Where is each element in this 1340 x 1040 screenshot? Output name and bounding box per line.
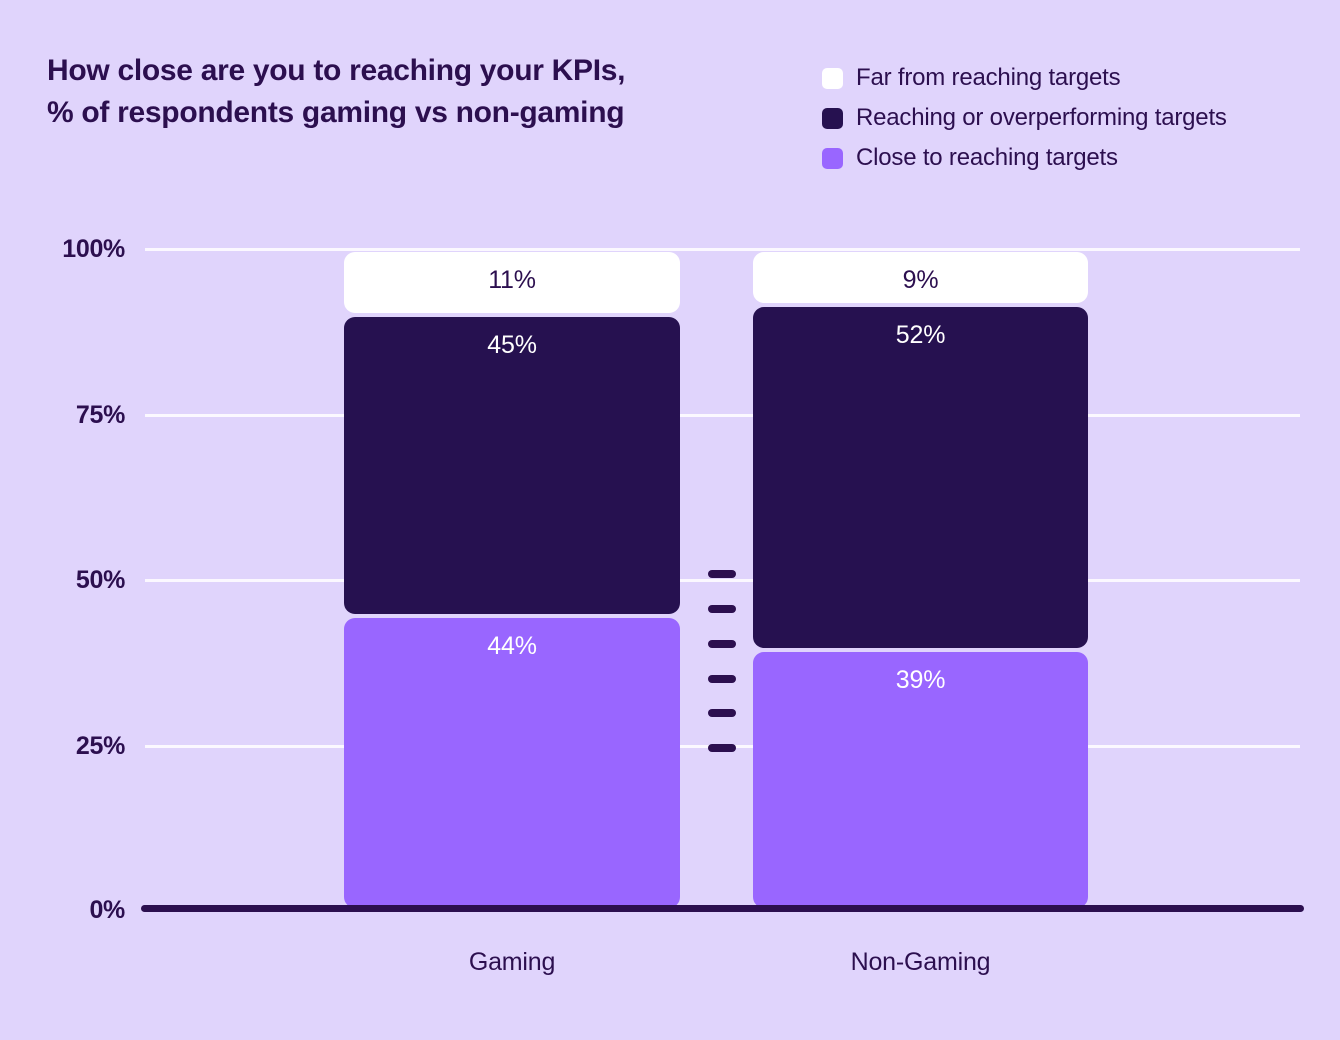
y-tick-label-25: 25% (75, 732, 125, 760)
legend-label-reaching-or-overperforming-targets: Reaching or overperforming targets (856, 104, 1227, 131)
legend-item-reaching-or-overperforming-targets[interactable]: Reaching or overperforming targets (822, 98, 1322, 138)
legend-swatch-icon-close-to-reaching-targets (822, 147, 843, 169)
x-tick-label-gaming: Gaming (468, 948, 556, 976)
bar-segment-gaming-close-to-reaching-targets[interactable]: 44% (344, 618, 680, 908)
bar-segment-gaming-far-from-reaching-targets[interactable]: 11% (344, 252, 680, 313)
bar-value-gaming-reaching-or-overperforming-targets: 45% (487, 331, 537, 359)
divider-dash (708, 744, 736, 752)
bar-value-gaming-close-to-reaching-targets: 44% (487, 632, 537, 660)
y-tick-label-0: 0% (89, 896, 125, 924)
gridline-75 (145, 414, 1300, 417)
bar-segment-non-gaming-reaching-or-overperforming-targets[interactable]: 52% (753, 307, 1088, 648)
chart-legend: Far from reaching targets Reaching or ov… (822, 58, 1322, 178)
axis-baseline (141, 905, 1304, 912)
legend-item-far-from-reaching-targets[interactable]: Far from reaching targets (822, 58, 1322, 98)
divider-dash (708, 675, 736, 683)
legend-label-far-from-reaching-targets: Far from reaching targets (856, 64, 1121, 91)
bar-value-non-gaming-far-from-reaching-targets: 9% (902, 266, 939, 294)
gridline-100 (145, 248, 1300, 251)
bar-value-gaming-far-from-reaching-targets: 11% (488, 266, 536, 294)
bar-segment-gaming-reaching-or-overperforming-targets[interactable]: 45% (344, 317, 680, 614)
bar-segment-non-gaming-far-from-reaching-targets[interactable]: 9% (753, 252, 1088, 303)
bar-value-non-gaming-close-to-reaching-targets: 39% (895, 666, 946, 694)
divider-dash (708, 605, 736, 613)
legend-item-close-to-reaching-targets[interactable]: Close to reaching targets (822, 138, 1322, 178)
divider-dash (708, 709, 736, 717)
divider-dash (708, 640, 736, 648)
bar-value-non-gaming-reaching-or-overperforming-targets: 52% (895, 321, 946, 349)
y-tick-label-75: 75% (75, 401, 125, 429)
legend-swatch-icon-far-from-reaching-targets (822, 67, 843, 89)
chart-title-line-1: How close are you to reaching your KPIs, (47, 54, 626, 87)
bar-segment-non-gaming-close-to-reaching-targets[interactable]: 39% (753, 652, 1088, 908)
x-tick-label-non-gaming: Non-Gaming (850, 948, 991, 976)
divider-dash (708, 570, 736, 578)
bar-divider (708, 570, 736, 752)
legend-swatch-icon-reaching-or-overperforming-targets (822, 107, 843, 129)
chart-title-line-2: % of respondents gaming vs non-gaming (47, 96, 625, 129)
legend-label-close-to-reaching-targets: Close to reaching targets (856, 144, 1118, 171)
y-tick-label-50: 50% (75, 566, 125, 594)
chart-header: How close are you to reaching your KPIs,… (0, 0, 1340, 200)
y-tick-label-100: 100% (62, 235, 125, 263)
page-title: How close are you to reaching your KPIs,… (47, 50, 807, 134)
